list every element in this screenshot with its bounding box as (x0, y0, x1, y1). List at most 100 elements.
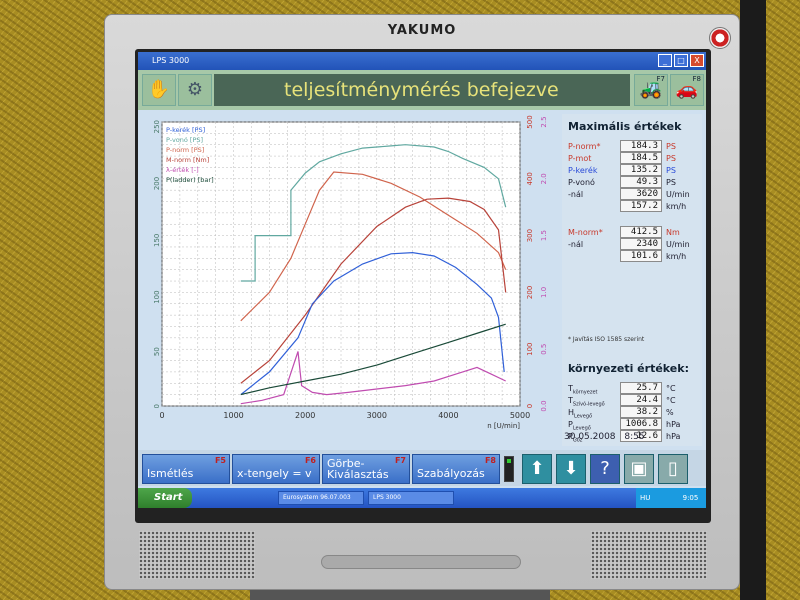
right-axis-tick-label: 0.5 (540, 344, 548, 355)
right-axis-tick-label: 500 (526, 115, 534, 128)
max-label: -nál (568, 190, 584, 199)
max-row: 101.6 km/h (568, 250, 700, 262)
env-unit: hPa (666, 420, 681, 429)
max-value: 157.2 (620, 200, 662, 212)
max-label: -nál (568, 240, 584, 249)
f7-tractor-button[interactable]: F7 🚜 (634, 74, 668, 106)
environment-title: környezeti értékek: (568, 362, 689, 375)
max-unit: PS (666, 142, 676, 151)
legend-entry: λ-érték [-] (166, 166, 199, 174)
dyno-icon[interactable]: ⚙ (178, 74, 212, 106)
iso-note: * Javítás ISO 1585 szerint (568, 336, 645, 343)
max-unit: PS (666, 178, 676, 187)
max-row: P-mot 184.5 PS (568, 152, 700, 164)
env-value: 24.4 (620, 394, 662, 406)
legend-entry: P(ladder) [bar] (166, 176, 214, 184)
max-unit: km/h (666, 252, 687, 261)
max-value: 184.3 (620, 140, 662, 152)
help-icon[interactable]: ? (590, 454, 620, 484)
max-value: 3620 (620, 188, 662, 200)
max-row: M-norm* 412.5 Nm (568, 226, 700, 238)
max-row: P-norm* 184.3 PS (568, 140, 700, 152)
legend-entry: M-norm [Nm] (166, 156, 209, 164)
max-label: M-norm* (568, 228, 603, 237)
level-indicator (504, 456, 514, 482)
x-tick-label: 1000 (223, 411, 243, 420)
maximal-title: Maximális értékek (568, 120, 682, 133)
legend-entry: P-vonó [PS] (166, 136, 203, 144)
env-unit: °C (666, 396, 676, 405)
start-button[interactable]: Start (138, 488, 192, 508)
right-axis-tick-label: 0 (526, 404, 534, 408)
window-titlebar: LPS 3000 _ □ X (138, 52, 706, 70)
y-tick-label: 200 (153, 177, 161, 190)
date: 30.05.2008 (564, 432, 616, 442)
printer-icon[interactable]: ▣ (624, 454, 654, 484)
env-row: TSzívó-levegő 24.4 °C (568, 394, 700, 408)
env-value: 25.7 (620, 382, 662, 394)
power-badge-icon (709, 27, 731, 49)
env-row: PLevegő 1006.8 hPa (568, 418, 700, 432)
right-axis-tick-label: 1.5 (540, 230, 548, 241)
y-tick-label: 250 (153, 120, 161, 133)
right-axis-tick-label: 1.0 (540, 287, 548, 298)
screen: LPS 3000 _ □ X ✋ ⚙ teljesítménymérés bef… (138, 52, 706, 508)
max-unit: Nm (666, 228, 680, 237)
max-unit: km/h (666, 202, 687, 211)
right-axis-tick-label: 100 (526, 343, 534, 356)
max-row: -nál 2340 U/min (568, 238, 700, 250)
x-tick-label: 0 (159, 411, 164, 420)
close-button[interactable]: X (690, 54, 704, 67)
x-tick-label: 4000 (438, 411, 458, 420)
max-unit: PS (666, 166, 676, 175)
arrow-down-icon[interactable]: ⬇ (556, 454, 586, 484)
env-value: 38.2 (620, 406, 662, 418)
header-bar: ✋ ⚙ teljesítménymérés befejezve F7 🚜 F8 🚗 (138, 70, 706, 110)
power-chart: 0 1000 2000 3000 4000 5000 0 50 100 150 200 250 0 100… (153, 115, 548, 430)
x-axis-button[interactable]: F6 x-tengely = v (232, 454, 320, 484)
max-unit: PS (666, 154, 676, 163)
monitor-control-buttons[interactable] (321, 555, 521, 569)
env-row: HLevegő 38.2% (568, 406, 700, 420)
regulation-button[interactable]: F8 Szabályozás (412, 454, 500, 484)
datetime: 30.05.2008 8:55 (564, 432, 645, 442)
max-label: P-vonó (568, 178, 595, 187)
taskbar-item-eurosystem[interactable]: Eurosystem 96.07.003 (278, 491, 364, 505)
right-speaker-grille (591, 531, 707, 579)
max-unit: U/min (666, 190, 690, 199)
max-value: 49.3 (620, 176, 662, 188)
system-tray: HU 9:05 (636, 488, 706, 508)
function-bar: F5 Ismétlés F6 x-tengely = v F7 Görbe- Ki… (138, 450, 706, 486)
arrow-up-icon[interactable]: ⬆ (522, 454, 552, 484)
max-value: 184.5 (620, 152, 662, 164)
left-speaker-grille (139, 531, 255, 579)
max-value: 101.6 (620, 250, 662, 262)
hand-icon[interactable]: ✋ (142, 74, 176, 106)
repeat-button[interactable]: F5 Ismétlés (142, 454, 230, 484)
legend-entry: P-kerék [PS] (166, 126, 205, 134)
status-message: teljesítménymérés befejezve (214, 74, 630, 106)
legend-entry: P-norm [PS] (166, 146, 204, 154)
max-value: 2340 (620, 238, 662, 250)
max-value: 412.5 (620, 226, 662, 238)
curve-select-button[interactable]: F7 Görbe- Kiválasztás (322, 454, 410, 484)
y-tick-label: 50 (153, 347, 161, 356)
minimize-button[interactable]: _ (658, 54, 672, 67)
x-tick-label: 3000 (367, 411, 387, 420)
taskbar: Start Eurosystem 96.07.003 LPS 3000 HU 9… (138, 488, 706, 508)
env-unit: hPa (666, 432, 681, 441)
right-axis-tick-label: 300 (526, 229, 534, 242)
taskbar-item-lps[interactable]: LPS 3000 (368, 491, 454, 505)
exit-icon[interactable]: ▯ (658, 454, 688, 484)
f8-car-button[interactable]: F8 🚗 (670, 74, 704, 106)
max-label: P-kerék (568, 166, 598, 175)
max-row: P-vonó 49.3 PS (568, 176, 700, 188)
y-tick-label: 150 (153, 234, 161, 247)
max-label: P-norm* (568, 142, 601, 151)
max-row: -nál 3620 U/min (568, 188, 700, 200)
right-axis-tick-label: 200 (526, 286, 534, 299)
values-panel: Maximális értékek P-norm* 184.3 PS P-mot 184… (562, 114, 702, 446)
max-row: P-kerék 135.2 PS (568, 164, 700, 176)
maximize-button[interactable]: □ (674, 54, 688, 67)
env-unit: °C (666, 384, 676, 393)
